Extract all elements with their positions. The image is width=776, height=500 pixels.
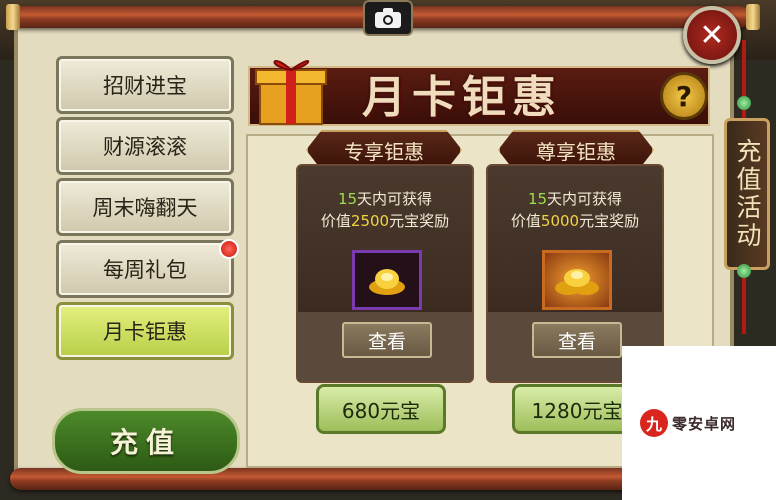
notification-dot [219,239,239,259]
camera-icon[interactable] [363,0,413,36]
help-button[interactable]: ? [660,72,708,120]
jade-bead [737,96,751,110]
nav-item-label: 招财进宝 [103,74,187,98]
nav-item-caiyuan[interactable]: 财源滚滚 [56,117,234,175]
watermark-text: 零安卓网 [672,414,737,433]
help-icon: ? [675,79,693,113]
gold-ingot-icon[interactable] [352,250,422,310]
watermark-badge: 九 [640,409,668,437]
nav-item-label: 财源滚滚 [103,135,187,159]
price-button-680[interactable]: 680元宝 [316,384,446,434]
rod-cap-left [6,4,20,30]
watermark: 九 零安卓网 [622,346,776,500]
nav-item-label: 月卡钜惠 [103,320,187,344]
nav-item-label: 周末嗨翻天 [92,196,198,220]
offer-card-exclusive: 15天内可获得 价值2500元宝奖励 查看 [296,164,474,383]
card-description: 15天内可获得 价值2500元宝奖励 [320,190,450,230]
nav-item-monthly-card[interactable]: 月卡钜惠 [56,302,234,360]
page-title: 月卡钜惠 [362,72,562,123]
recharge-activity-tab[interactable]: 充值活动 [724,118,770,270]
view-button[interactable]: 查看 [342,322,432,358]
gift-box-icon [252,52,332,126]
nav-item-weekend[interactable]: 周末嗨翻天 [56,178,234,236]
view-button[interactable]: 查看 [532,322,622,358]
close-button[interactable]: ✕ [683,6,741,64]
recharge-button[interactable]: 充值 [52,408,240,474]
close-icon: ✕ [699,17,725,53]
nav-item-zhaocai[interactable]: 招财进宝 [56,56,234,114]
gold-ingot-pile-icon[interactable] [542,250,612,310]
rod-cap-right [746,4,760,30]
nav-item-label: 每周礼包 [103,258,187,282]
jade-bead-lower [737,264,751,278]
card-description: 15天内可获得 价值5000元宝奖励 [510,190,640,230]
nav-item-weekly-gift[interactable]: 每周礼包 [56,239,239,298]
watermark-logo: 九 零安卓网 [640,404,758,442]
